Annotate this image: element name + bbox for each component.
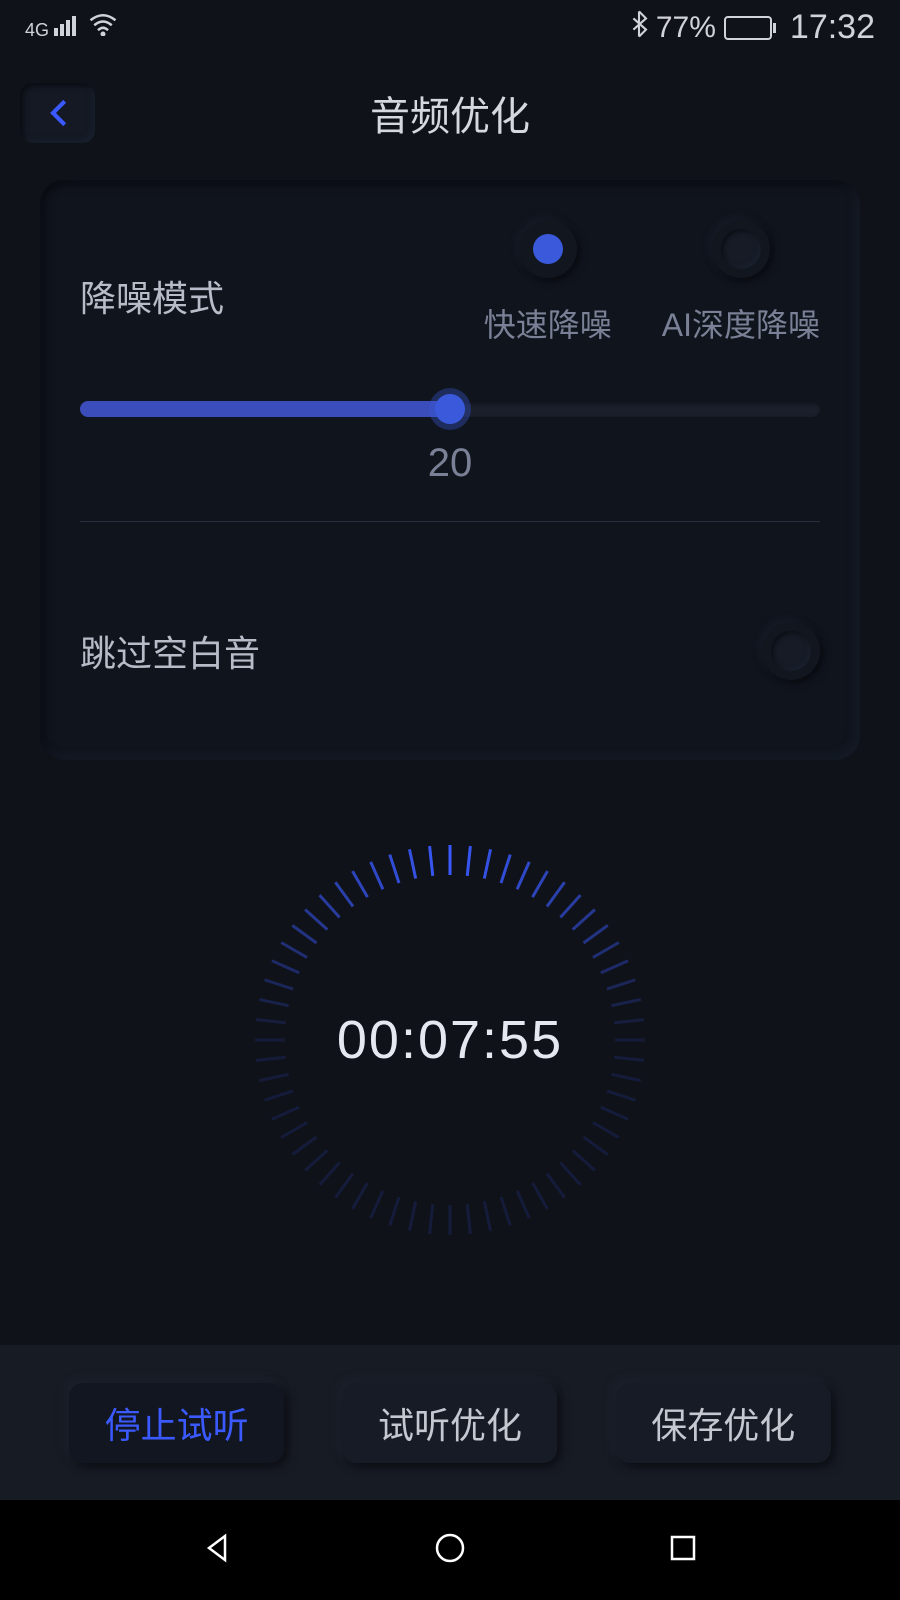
clock-time: 17:32 <box>790 8 875 47</box>
radio-label: 快速降噪 <box>484 300 612 346</box>
page-title: 音频优化 <box>370 84 530 142</box>
back-button[interactable] <box>20 83 95 143</box>
nav-home-icon[interactable] <box>430 1528 470 1573</box>
skip-silence-label: 跳过空白音 <box>80 625 260 677</box>
timer-dial: 00:07:55 <box>240 830 660 1250</box>
status-bar: 4G 77% 17:32 <box>0 0 900 55</box>
battery-icon <box>724 16 776 40</box>
nav-back-icon[interactable] <box>197 1528 237 1573</box>
battery-percent: 77% <box>656 11 716 45</box>
status-right: 77% 17:32 <box>630 8 875 47</box>
wifi-icon <box>88 12 118 43</box>
bluetooth-icon <box>630 10 648 46</box>
slider-thumb[interactable] <box>435 394 465 424</box>
noise-mode-radio-group: 快速降噪 AI深度降噪 <box>484 220 820 346</box>
noise-mode-label: 降噪模式 <box>80 220 484 322</box>
skip-silence-toggle[interactable] <box>762 622 820 680</box>
noise-intensity-slider-section: 20 <box>80 401 820 486</box>
radio-label: AI深度降噪 <box>662 300 820 346</box>
radio-option-ai-deep[interactable]: AI深度降噪 <box>662 220 820 346</box>
slider-value-label: 20 <box>80 441 820 486</box>
radio-option-fast[interactable]: 快速降噪 <box>484 220 612 346</box>
preview-optimize-button[interactable]: 试听优化 <box>342 1383 557 1463</box>
radio-circle-icon <box>712 220 770 278</box>
timer-value: 00:07:55 <box>337 1009 563 1071</box>
nav-recent-icon[interactable] <box>663 1528 703 1573</box>
radio-circle-icon <box>519 220 577 278</box>
android-nav-bar <box>0 1500 900 1600</box>
save-optimize-button[interactable]: 保存优化 <box>616 1383 831 1463</box>
chevron-left-icon <box>46 98 70 128</box>
app-header: 音频优化 <box>0 55 900 170</box>
timer-section: 00:07:55 <box>0 830 900 1250</box>
slider-fill <box>80 401 450 417</box>
signal-icon <box>54 16 76 36</box>
settings-card: 降噪模式 快速降噪 AI深度降噪 20 跳过空白音 <box>40 180 860 760</box>
noise-reduction-row: 降噪模式 快速降噪 AI深度降噪 <box>80 220 820 346</box>
status-left: 4G <box>25 12 118 43</box>
divider <box>80 521 820 522</box>
noise-slider[interactable] <box>80 401 820 417</box>
bottom-action-bar: 停止试听 试听优化 保存优化 <box>0 1345 900 1500</box>
network-type-label: 4G <box>25 16 76 39</box>
skip-silence-row: 跳过空白音 <box>80 622 820 680</box>
stop-preview-button[interactable]: 停止试听 <box>69 1383 284 1463</box>
